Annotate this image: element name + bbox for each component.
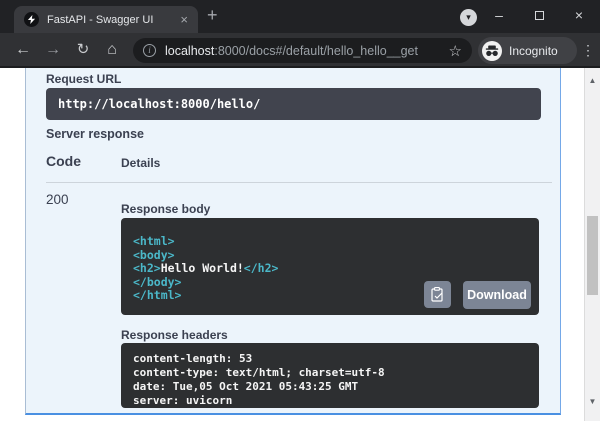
browser-tab[interactable]: FastAPI - Swagger UI × — [14, 6, 198, 33]
code-token: Hello World! — [161, 261, 244, 275]
url-path: :8000/docs#/default/hello_hello__get — [214, 44, 418, 58]
response-header-line: date: Tue,05 Oct 2021 05:43:25 GMT — [133, 380, 527, 394]
page-content: Request URL http://localhost:8000/hello/… — [0, 68, 600, 421]
copy-to-clipboard-button[interactable] — [424, 281, 451, 308]
swagger-response-section: Request URL http://localhost:8000/hello/… — [25, 68, 561, 415]
bookmark-star-icon[interactable]: ☆ — [449, 42, 462, 60]
site-info-icon[interactable]: i — [143, 44, 156, 57]
code-line: <html> — [133, 235, 527, 249]
response-header-line: content-type: text/html; charset=utf-8 — [133, 366, 527, 380]
request-url-value: http://localhost:8000/hello/ — [46, 88, 541, 120]
new-tab-button[interactable]: + — [207, 5, 218, 26]
browser-window: FastAPI - Swagger UI × + ▾ – × ← → ↻ ⌂ i… — [0, 0, 600, 421]
response-header-line: content-length: 53 — [133, 352, 527, 366]
tab-title: FastAPI - Swagger UI — [47, 14, 178, 26]
request-url-label: Request URL — [46, 72, 121, 86]
tab-close-icon[interactable]: × — [178, 13, 190, 26]
headers-block: content-length: 53content-type: text/htm… — [133, 352, 527, 408]
url-host: localhost — [165, 44, 214, 58]
vertical-scrollbar[interactable]: ▲ ▼ — [584, 68, 600, 421]
code-token: <html> — [133, 234, 175, 248]
window-close-button[interactable]: × — [562, 0, 596, 30]
download-button[interactable]: Download — [463, 281, 531, 309]
reload-icon[interactable]: ↻ — [71, 33, 95, 68]
window-maximize-button[interactable] — [522, 0, 556, 30]
incognito-label: Incognito — [509, 44, 558, 58]
incognito-badge: Incognito — [478, 37, 577, 64]
response-headers-box: content-length: 53content-type: text/htm… — [121, 343, 539, 408]
details-column-header: Details — [121, 156, 160, 170]
browser-titlebar: FastAPI - Swagger UI × + ▾ – × — [0, 0, 600, 33]
url-text[interactable]: localhost:8000/docs#/default/hello_hello… — [165, 44, 443, 58]
forward-icon[interactable]: → — [41, 33, 65, 68]
scroll-up-icon[interactable]: ▲ — [585, 76, 600, 85]
code-column-header: Code — [46, 153, 81, 169]
fastapi-favicon-icon — [24, 12, 39, 27]
browser-toolbar: ← → ↻ ⌂ i localhost:8000/docs#/default/h… — [0, 33, 600, 68]
table-divider — [46, 182, 552, 183]
browser-menu-icon[interactable]: ⋮ — [581, 33, 595, 68]
code-token: </body> — [133, 275, 181, 289]
response-header-line: server: uvicorn — [133, 394, 527, 408]
response-body-code: <html><body><h2>Hello World!</h2></body>… — [121, 218, 539, 315]
code-token: </html> — [133, 288, 181, 302]
back-icon[interactable]: ← — [11, 33, 35, 68]
server-response-title: Server response — [46, 127, 144, 141]
code-token: <h2> — [133, 261, 161, 275]
profile-caret-icon[interactable]: ▾ — [460, 9, 477, 26]
status-code: 200 — [46, 192, 69, 207]
code-token: <body> — [133, 248, 175, 262]
code-line: <body> — [133, 249, 527, 263]
clipboard-icon — [431, 287, 444, 302]
code-line: <h2>Hello World!</h2> — [133, 262, 527, 276]
code-token: </h2> — [244, 261, 279, 275]
address-bar[interactable]: i localhost:8000/docs#/default/hello_hel… — [133, 38, 472, 63]
scrollbar-thumb[interactable] — [587, 216, 598, 295]
incognito-icon — [482, 41, 502, 61]
response-headers-label: Response headers — [121, 328, 228, 342]
response-body-label: Response body — [121, 202, 210, 216]
maximize-icon — [535, 11, 544, 20]
scroll-down-icon[interactable]: ▼ — [585, 397, 600, 406]
home-icon[interactable]: ⌂ — [100, 33, 124, 68]
window-minimize-button[interactable]: – — [482, 0, 516, 30]
